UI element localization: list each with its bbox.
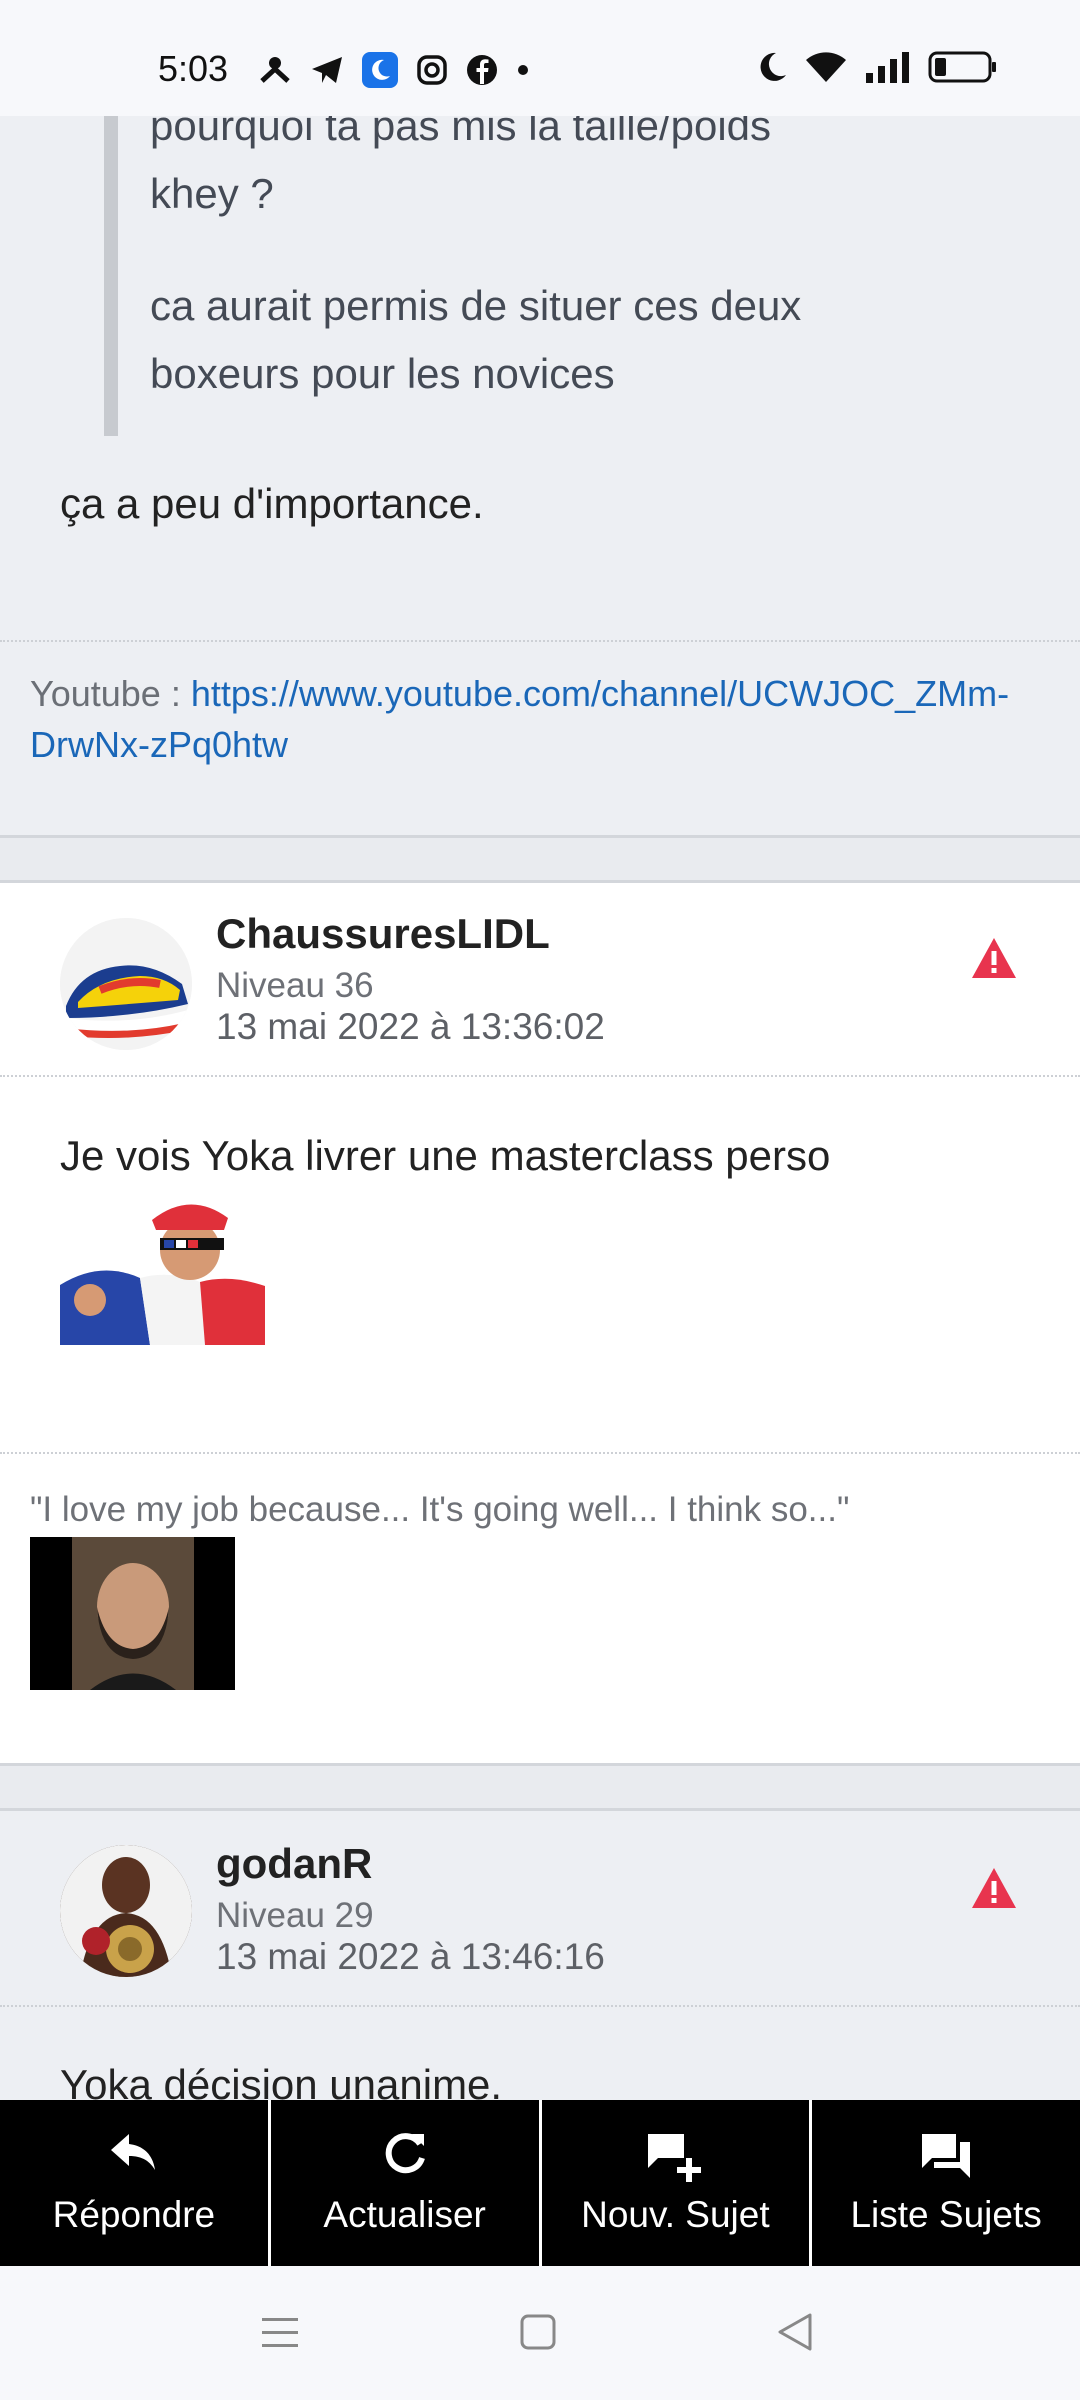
new-topic-button[interactable]: Nouv. Sujet: [542, 2100, 813, 2266]
avatar-godanr[interactable]: [60, 1845, 192, 1977]
post-separator: [0, 835, 1080, 883]
wifi-icon: [806, 52, 846, 82]
home-nav-icon[interactable]: [520, 2314, 556, 2350]
reply-button[interactable]: Répondre: [0, 2100, 271, 2266]
signature-divider: [0, 1452, 1080, 1454]
moon-app-icon: [362, 52, 398, 88]
quote-line: khey ?: [150, 170, 274, 217]
post-date[interactable]: 13 mai 2022 à 13:46:16: [216, 1936, 605, 1978]
topic-list-label: Liste Sujets: [850, 2194, 1042, 2235]
refresh-button[interactable]: Actualiser: [271, 2100, 542, 2266]
more-notifications-dot-icon: [518, 65, 528, 75]
do-not-disturb-moon-icon: [760, 52, 786, 81]
topic-list-icon: [922, 2134, 971, 2178]
french-flag-sticker-image[interactable]: [60, 1190, 265, 1345]
reply-label: Répondre: [52, 2194, 216, 2235]
refresh-label: Actualiser: [323, 2194, 486, 2235]
refresh-icon: [385, 2133, 425, 2174]
post-message: ça a peu d'importance.: [60, 480, 484, 527]
system-icons: [758, 50, 998, 84]
reply-icon: [110, 2134, 155, 2170]
author-level: Niveau 36: [216, 966, 374, 1005]
signature-photo-image[interactable]: [30, 1537, 235, 1690]
post-message-clip: Yoka décision unanime.: [0, 2007, 1080, 2100]
new-topic-label: Nouv. Sujet: [581, 2194, 770, 2235]
post-message: Yoka décision unanime.: [60, 2061, 503, 2100]
status-bar: 5:03: [0, 0, 1080, 116]
quote-line: boxeurs pour les novices: [150, 350, 615, 397]
quote-bar: [104, 96, 118, 436]
author-pseudo[interactable]: ChaussuresLIDL: [216, 910, 550, 958]
bottom-action-bar: Répondre Actualiser Nouv. Sujet Liste Su…: [0, 2100, 1080, 2266]
instagram-icon: [417, 55, 447, 85]
post-date[interactable]: 13 mai 2022 à 13:36:02: [216, 1006, 605, 1048]
back-nav-icon[interactable]: [776, 2312, 814, 2352]
quote-line: ca aurait permis de situer ces deux: [150, 282, 802, 329]
facebook-icon: [467, 55, 497, 85]
signal-icon: [866, 52, 909, 83]
app-notification-icon: [260, 57, 290, 83]
author-level: Niveau 29: [216, 1896, 374, 1935]
system-navigation-bar: [0, 2266, 1080, 2400]
post-header-divider: [0, 1075, 1080, 1077]
menu-nav-icon[interactable]: [262, 2316, 298, 2350]
topic-content[interactable]: pourquoi ta pas mis la taille/poids khey…: [0, 0, 1080, 2100]
post-message: Je vois Yoka livrer une masterclass pers…: [60, 1132, 831, 1179]
boxer-avatar-image: [60, 1845, 192, 1977]
avatar-chaussureslidl[interactable]: [60, 918, 192, 1050]
signature-prefix: Youtube :: [30, 673, 191, 714]
signature-divider: [0, 640, 1080, 642]
status-time: 5:03: [158, 48, 229, 89]
notification-icons: [258, 52, 530, 88]
report-alert-icon[interactable]: [970, 1866, 1018, 1910]
telegram-icon: [312, 57, 342, 83]
new-topic-icon: [648, 2134, 702, 2182]
post-signature: "I love my job because... It's going wel…: [30, 1490, 850, 1529]
post-signature: Youtube : https://www.youtube.com/channe…: [30, 668, 1060, 770]
sneaker-avatar-image: [60, 918, 192, 1050]
post-separator: [0, 1763, 1080, 1811]
author-pseudo[interactable]: godanR: [216, 1840, 372, 1888]
battery-icon: [928, 51, 996, 83]
previous-post: pourquoi ta pas mis la taille/poids khey…: [0, 0, 1080, 835]
topic-list-button[interactable]: Liste Sujets: [812, 2100, 1080, 2266]
report-alert-icon[interactable]: [970, 936, 1018, 980]
